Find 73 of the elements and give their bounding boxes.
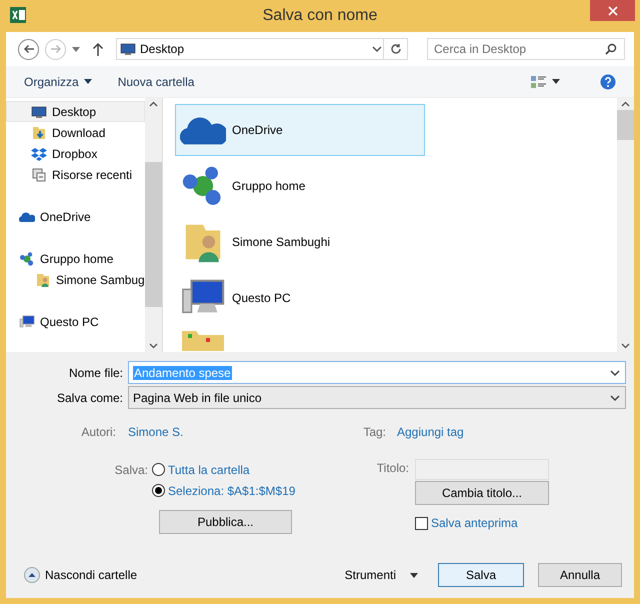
tree-item[interactable]: Dropbox xyxy=(6,143,145,164)
publish-button[interactable]: Pubblica... xyxy=(159,510,292,534)
monitor-icon xyxy=(31,104,47,120)
search-field[interactable]: Cerca in Desktop xyxy=(427,38,625,60)
tree-item[interactable]: Simone Sambug xyxy=(6,269,145,290)
scrollbar[interactable] xyxy=(145,98,162,352)
radio-button[interactable] xyxy=(152,484,165,497)
back-button[interactable] xyxy=(18,38,39,60)
close-icon xyxy=(608,6,618,16)
folder-item[interactable]: Simone Sambughi xyxy=(175,216,425,268)
folder-icon xyxy=(180,329,226,351)
tree-item[interactable]: Desktop xyxy=(6,101,145,122)
scroll-up-icon xyxy=(621,101,630,107)
right-arrow-icon xyxy=(48,42,62,56)
title-label: Titolo: xyxy=(376,460,410,477)
scrollbar[interactable] xyxy=(617,98,634,352)
spreadsheet-app-icon xyxy=(10,7,26,23)
cancel-button[interactable]: Annulla xyxy=(538,563,622,587)
tree-item[interactable]: Download xyxy=(6,122,145,143)
details-view-icon xyxy=(531,74,547,88)
tree-item[interactable]: Questo PC xyxy=(6,311,145,332)
change-title-button[interactable]: Cambia titolo... xyxy=(415,481,549,505)
organize-button[interactable]: Organizza xyxy=(18,70,98,92)
recent-places-icon xyxy=(31,166,47,182)
save-as-type-field[interactable]: Pagina Web in file unico xyxy=(128,386,626,409)
computer-icon xyxy=(19,314,35,330)
hide-folders-button[interactable]: Nascondi cartelle xyxy=(18,564,144,586)
address-bar[interactable]: Desktop xyxy=(116,38,408,60)
download-folder-icon xyxy=(31,124,47,140)
monitor-icon xyxy=(120,41,136,57)
new-folder-button[interactable]: Nuova cartella xyxy=(112,70,200,92)
tags-label: Tag: xyxy=(362,424,387,441)
close-button[interactable] xyxy=(590,0,635,21)
radio-label[interactable]: Seleziona: $A$1:$M$19 xyxy=(168,482,296,500)
radio-label[interactable]: Tutta la cartella xyxy=(168,460,250,478)
up-arrow-icon xyxy=(92,42,104,56)
save-button[interactable]: Salva xyxy=(438,563,524,587)
collapse-icon xyxy=(24,567,40,583)
scroll-up-icon xyxy=(149,101,158,107)
scroll-down-icon xyxy=(149,343,158,349)
caret-icon xyxy=(410,572,418,578)
caret-icon xyxy=(84,79,92,84)
caret-icon xyxy=(552,79,560,84)
save-as-type-label: Salva come: xyxy=(56,390,124,406)
window-title: Salva con nome xyxy=(262,6,378,26)
folder-item[interactable]: Questo PC xyxy=(175,272,425,324)
help-icon xyxy=(600,74,616,90)
user-folder-icon xyxy=(35,272,51,288)
checkbox[interactable] xyxy=(415,516,428,530)
tree-item[interactable]: Risorse recenti xyxy=(6,164,145,185)
homegroup-icon xyxy=(19,250,35,266)
checkbox-label[interactable]: Salva anteprima xyxy=(431,514,518,532)
tree-item[interactable]: Gruppo home xyxy=(6,248,145,269)
scrollbar-thumb[interactable] xyxy=(617,110,634,140)
dropdown-caret-icon xyxy=(72,46,80,52)
tree-item[interactable]: OneDrive xyxy=(6,206,145,227)
title-field[interactable] xyxy=(415,459,549,480)
left-arrow-icon xyxy=(22,42,36,56)
save-label: Salva: xyxy=(114,462,149,478)
tags-link[interactable]: Aggiungi tag xyxy=(397,423,464,441)
tools-button[interactable]: Strumenti xyxy=(338,564,424,586)
folder-item[interactable]: Gruppo home xyxy=(175,160,425,212)
file-name-label: Nome file: xyxy=(68,364,124,382)
scrollbar-thumb[interactable] xyxy=(145,162,162,307)
authors-link[interactable]: Simone S. xyxy=(128,423,184,441)
refresh-icon xyxy=(390,43,402,55)
radio-button[interactable] xyxy=(152,463,165,476)
authors-label: Autori: xyxy=(80,424,117,441)
search-icon xyxy=(605,43,617,55)
scroll-down-icon xyxy=(621,343,630,349)
dropbox-icon xyxy=(31,146,47,162)
address-text: Desktop xyxy=(140,41,184,58)
folder-item[interactable]: OneDrive xyxy=(175,104,425,156)
